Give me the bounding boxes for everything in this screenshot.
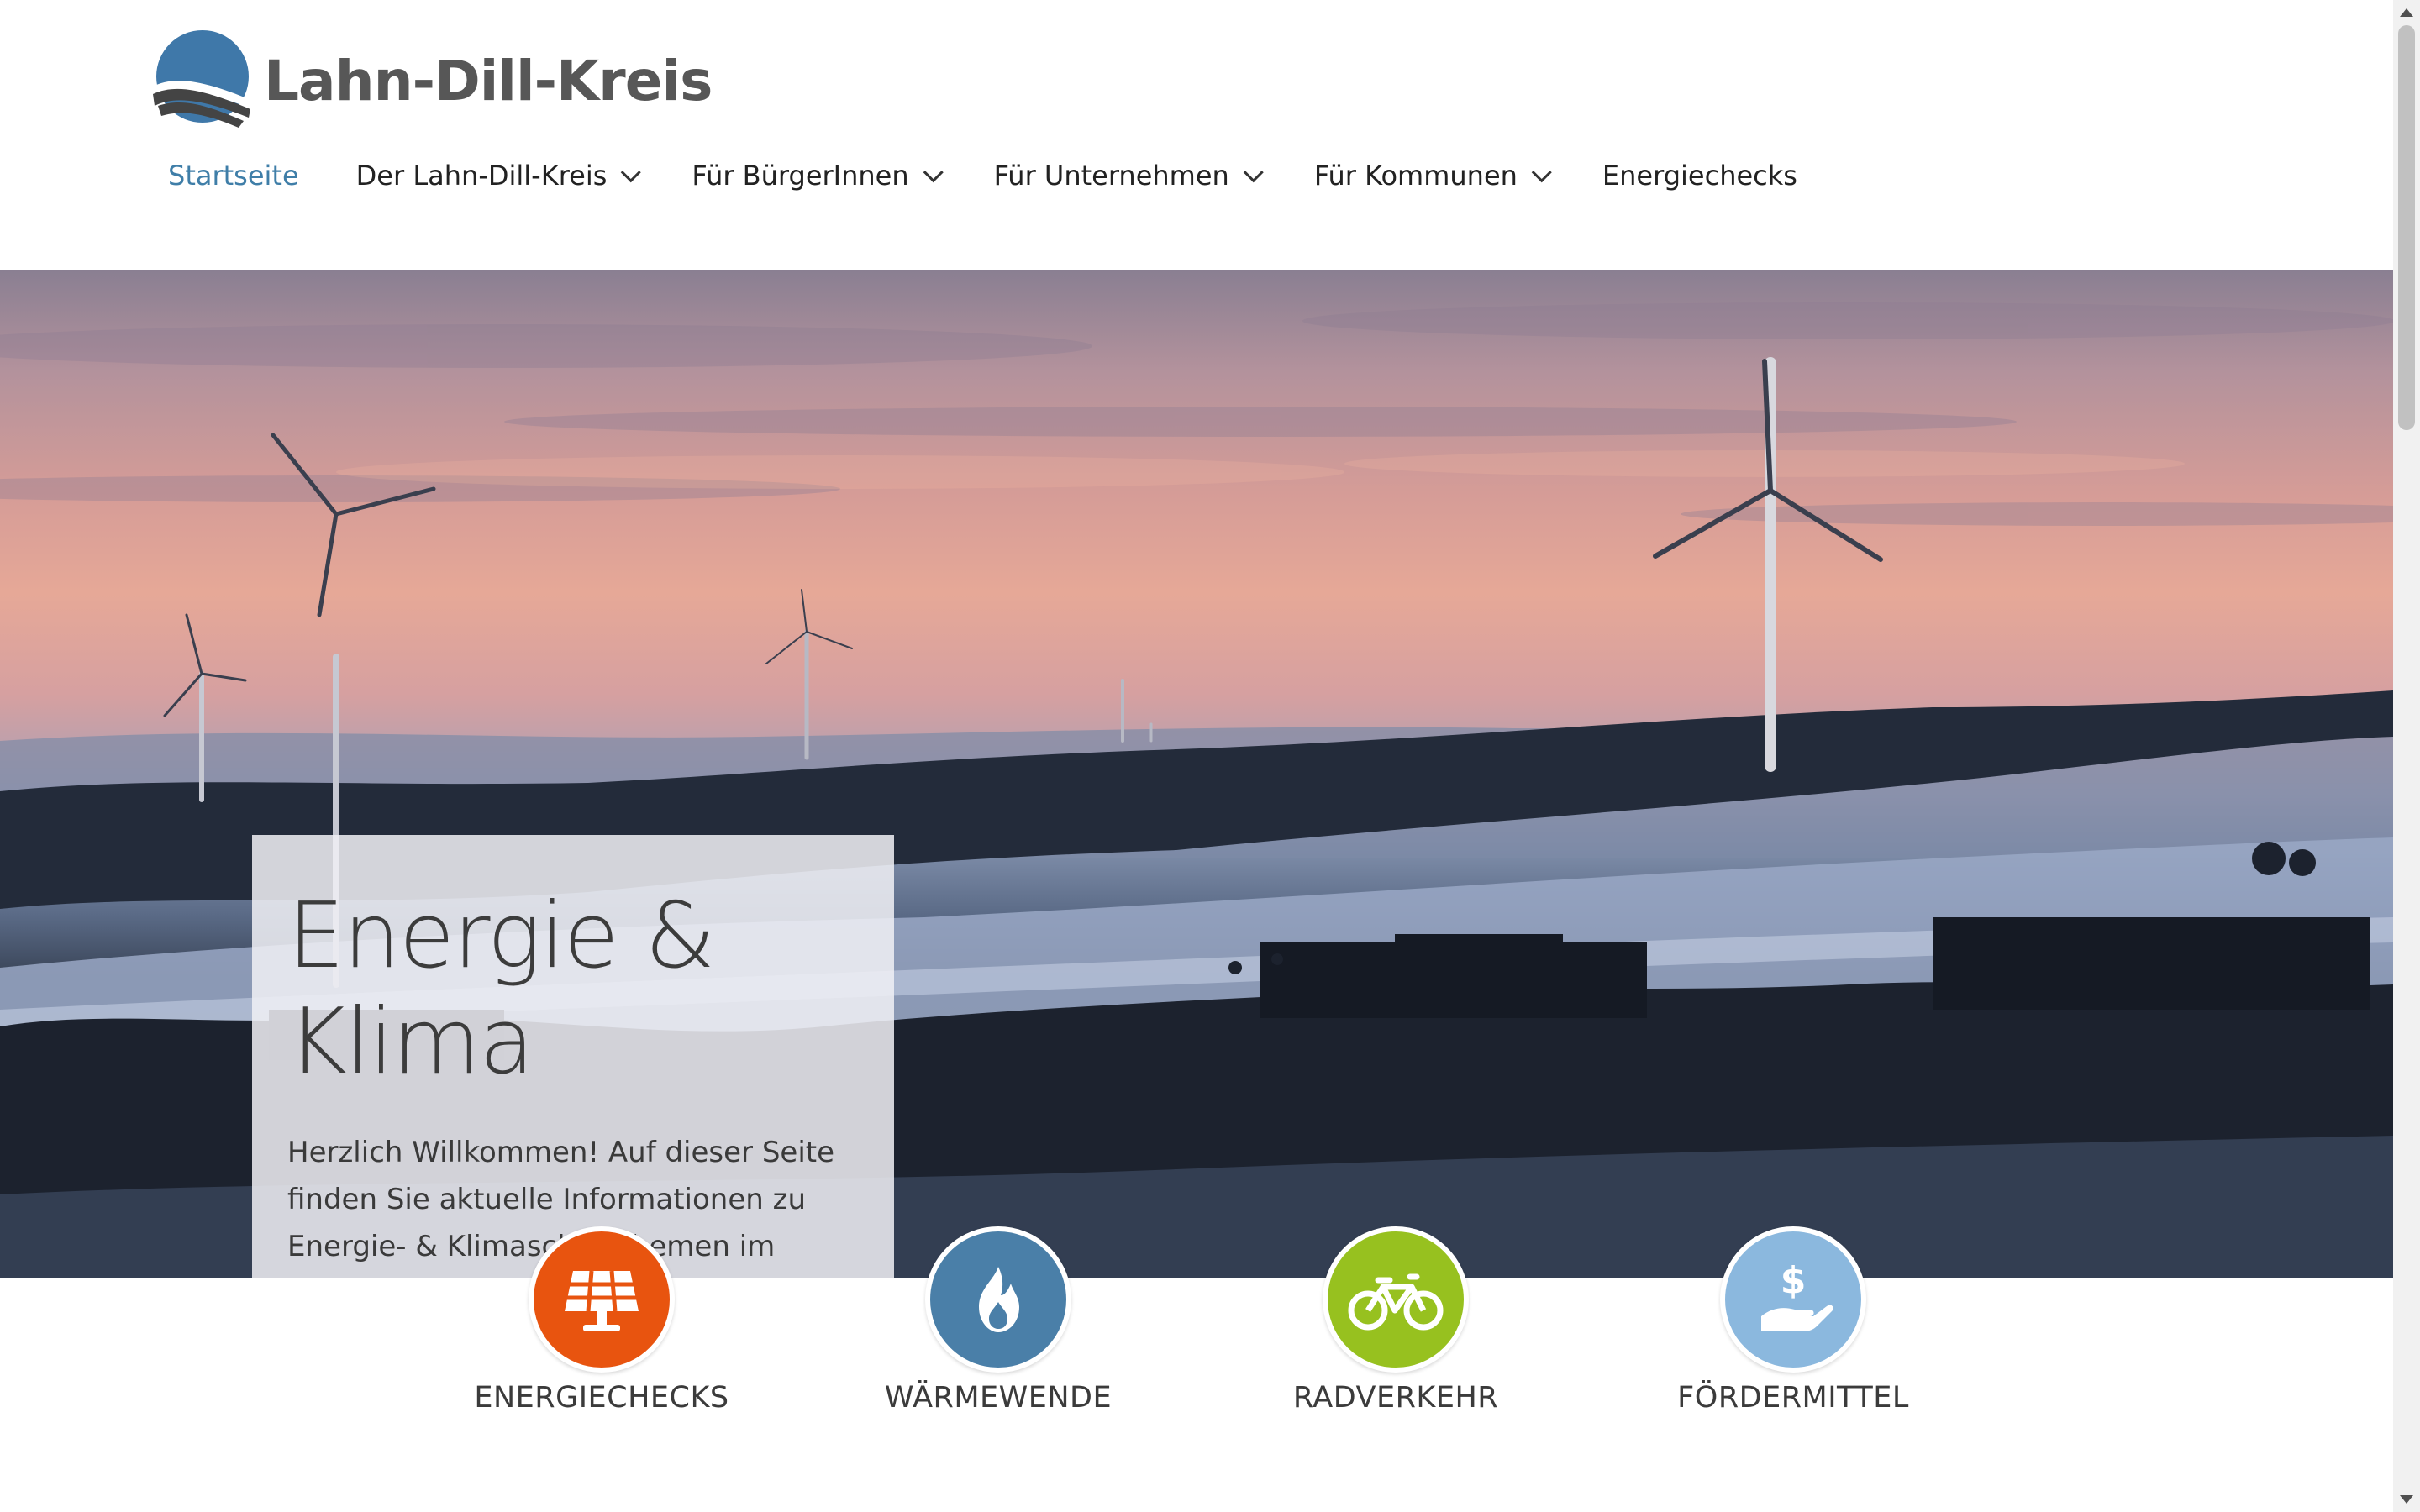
site-logo[interactable]: Lahn-Dill-Kreis <box>150 30 713 131</box>
solar-panel-icon <box>529 1226 675 1373</box>
topic-label: RADVERKEHR <box>1292 1381 1499 1415</box>
hand-money-icon: $ <box>1720 1226 1866 1373</box>
chevron-down-icon <box>923 161 944 182</box>
site-header: Lahn-Dill-Kreis Startseite Der Lahn-Dill… <box>0 0 2393 270</box>
chevron-down-icon <box>621 161 642 182</box>
nav-item-label: Der Lahn-Dill-Kreis <box>355 160 608 192</box>
scrollbar-thumb[interactable] <box>2398 25 2415 430</box>
vertical-scrollbar[interactable] <box>2393 0 2420 1512</box>
topic-energiechecks[interactable]: ENERGIECHECKS <box>434 1226 770 1415</box>
nav-item-fuer-unternehmen[interactable]: Für Unternehmen <box>993 160 1264 192</box>
topic-label: WÄRMEWENDE <box>884 1381 1113 1415</box>
nav-item-label: Für Kommunen <box>1313 160 1518 192</box>
hero-title: Energie & Klima <box>287 884 715 1095</box>
nav-item-label: Startseite <box>168 160 299 192</box>
page: Lahn-Dill-Kreis Startseite Der Lahn-Dill… <box>0 0 2393 1512</box>
hero-card: Energie & Klima Herzlich Willkommen! Auf… <box>252 835 894 1278</box>
nav-item-label: Energiechecks <box>1602 160 1797 192</box>
nav-item-label: Für Unternehmen <box>993 160 1229 192</box>
bicycle-icon <box>1323 1226 1469 1373</box>
nav-item-startseite[interactable]: Startseite <box>168 160 299 192</box>
chevron-down-icon <box>1243 161 1264 182</box>
logo-text: Lahn-Dill-Kreis <box>264 48 713 113</box>
scroll-down-icon[interactable] <box>2400 1495 2413 1504</box>
chevron-down-icon <box>1531 161 1552 182</box>
flame-icon <box>925 1226 1071 1373</box>
scroll-up-icon[interactable] <box>2400 8 2413 17</box>
nav-item-fuer-kommunen[interactable]: Für Kommunen <box>1313 160 1552 192</box>
topic-waermewende[interactable]: WÄRMEWENDE <box>830 1226 1166 1415</box>
topic-shortcuts: ENERGIECHECKS WÄRMEWENDE RADVERKEHR $ FÖ… <box>0 1226 2393 1478</box>
nav-item-fuer-buergerinnen[interactable]: Für BürgerInnen <box>692 160 944 192</box>
topic-label: ENERGIECHECKS <box>474 1381 729 1415</box>
logo-icon <box>151 30 250 128</box>
nav-item-energiechecks[interactable]: Energiechecks <box>1602 160 1797 192</box>
topic-label: FÖRDERMITTEL <box>1677 1381 1909 1415</box>
nav-item-der-lahn-dill-kreis[interactable]: Der Lahn-Dill-Kreis <box>355 160 642 192</box>
hero-banner: Energie & Klima Herzlich Willkommen! Auf… <box>0 270 2393 1278</box>
main-navigation: Startseite Der Lahn-Dill-Kreis Für Bürge… <box>168 160 1854 192</box>
nav-item-label: Für BürgerInnen <box>692 160 909 192</box>
topic-radverkehr[interactable]: RADVERKEHR <box>1228 1226 1564 1415</box>
topic-foerdermittel[interactable]: $ FÖRDERMITTEL <box>1625 1226 1961 1415</box>
svg-text:$: $ <box>1781 1259 1807 1302</box>
